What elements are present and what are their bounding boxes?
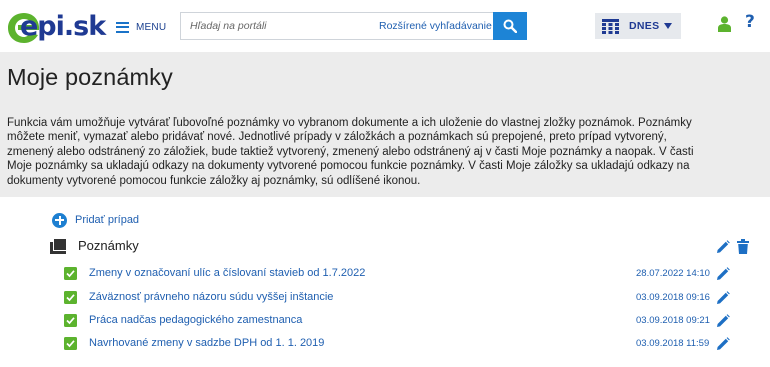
logo[interactable]: epi.sk	[6, 8, 106, 46]
note-title[interactable]: Práca nadčas pedagogického zamestnanca	[89, 314, 302, 326]
page-description: Funkcia vám umožňuje vytvárať ľubovoľné …	[7, 116, 770, 188]
menu-label: MENU	[136, 21, 167, 33]
note-item: Záväznosť právneho názoru súdu vyššej in…	[64, 289, 734, 307]
search-input[interactable]	[181, 13, 381, 39]
search-icon	[503, 19, 517, 33]
note-date: 03.09.2018 09:16	[636, 292, 710, 303]
top-header: epi.sk MENU Rozšírené vyhľadávanie DNES …	[0, 0, 770, 52]
user-icon[interactable]	[718, 16, 731, 32]
note-checkbox-icon	[64, 267, 77, 280]
search-button[interactable]	[493, 12, 527, 40]
description-line: dokumenty vytvorené pomocou funkcie zálo…	[7, 174, 421, 187]
date-selector-label: DNES	[629, 20, 660, 32]
note-checkbox-icon	[64, 314, 77, 327]
advanced-search-link[interactable]: Rozšírené vyhľadávanie	[379, 20, 492, 32]
note-checkbox-icon	[64, 291, 77, 304]
description-line: môžete meniť, vymazať alebo pridávať nov…	[7, 131, 667, 144]
folder-title: Poznámky	[78, 238, 139, 253]
description-line: Moje poznámky sa ukladajú odkazy na doku…	[7, 160, 690, 173]
add-case-button[interactable]: Pridať prípad	[52, 212, 139, 228]
page-title: Moje poznámky	[7, 64, 173, 90]
notes-folder: Poznámky	[50, 237, 755, 257]
note-date: 03.09.2018 11:59	[636, 338, 710, 349]
description-line: Funkcia vám umožňuje vytvárať ľubovoľné …	[7, 117, 692, 129]
info-band: Moje poznámky Funkcia vám umožňuje vytvá…	[0, 52, 770, 197]
description-line: zmenený alebo odstránený zo záložiek, bu…	[7, 145, 694, 158]
pencil-icon[interactable]	[716, 314, 730, 328]
note-item: Zmeny v označovaní ulíc a číslovaní stav…	[64, 265, 734, 283]
note-title[interactable]: Navrhované zmeny v sadzbe DPH od 1. 1. 2…	[89, 337, 324, 349]
note-item: Práca nadčas pedagogického zamestnanca 0…	[64, 312, 734, 330]
logo-text: epi.sk	[20, 11, 106, 42]
hamburger-icon	[116, 21, 129, 33]
menu-button[interactable]: MENU	[116, 19, 166, 35]
chevron-down-icon	[664, 23, 672, 29]
note-title[interactable]: Záväznosť právneho názoru súdu vyššej in…	[89, 291, 333, 303]
note-checkbox-icon	[64, 337, 77, 350]
note-title[interactable]: Zmeny v označovaní ulíc a číslovaní stav…	[89, 267, 365, 279]
trash-icon[interactable]	[737, 239, 749, 254]
date-selector[interactable]: DNES	[595, 13, 681, 39]
note-item: Navrhované zmeny v sadzbe DPH od 1. 1. 2…	[64, 335, 734, 353]
note-date: 03.09.2018 09:21	[636, 315, 710, 326]
pencil-icon[interactable]	[716, 267, 730, 281]
search-box: Rozšírené vyhľadávanie	[180, 12, 527, 40]
calendar-grid-icon	[602, 18, 619, 34]
pencil-icon[interactable]	[716, 337, 730, 351]
pencil-icon[interactable]	[716, 240, 730, 254]
folder-icon	[50, 239, 66, 254]
plus-circle-icon	[52, 212, 67, 228]
note-date: 28.07.2022 14:10	[636, 268, 710, 279]
help-icon[interactable]: ?	[745, 12, 755, 32]
pencil-icon[interactable]	[716, 291, 730, 305]
add-case-label: Pridať prípad	[75, 214, 140, 226]
